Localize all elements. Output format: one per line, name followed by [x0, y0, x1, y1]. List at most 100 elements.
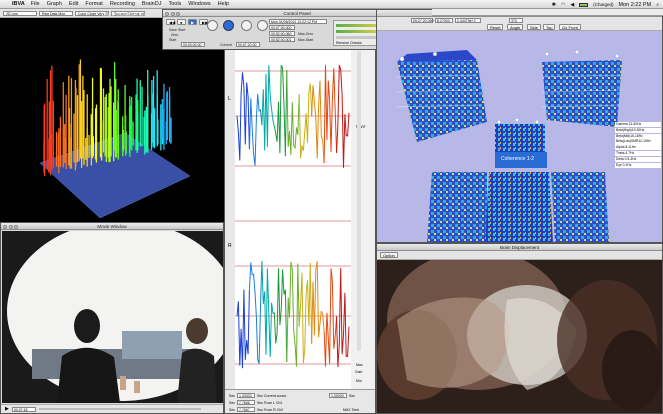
menu-clock[interactable]: Mon 2:22 PM: [618, 2, 651, 8]
current-field[interactable]: 00:07:20.00: [236, 42, 260, 47]
bluetooth-icon[interactable]: ✱: [552, 2, 556, 8]
eeg-trace-segment: [286, 261, 300, 367]
field-3[interactable]: 00:52:00.001: [269, 37, 295, 42]
battery-icon[interactable]: [579, 2, 589, 7]
band-legend: Gamma 31-50Hz Beta(High)19-30Hz Beta(Mid…: [615, 122, 661, 168]
bottom-left-panel: [427, 172, 487, 242]
row1-value[interactable]: 7.7666: [237, 400, 256, 405]
legend-beta-low: Beta(Low)SMR12-15Hz: [615, 139, 661, 145]
movie-scrubber[interactable]: [38, 408, 201, 410]
eeg-trace-segment: [298, 262, 313, 364]
menu-tools[interactable]: Tools: [168, 1, 181, 7]
eeg-trace-segment: [261, 261, 275, 357]
quartz-window-title: Quartz Composer Graph Window: [101, 12, 169, 17]
knob-1[interactable]: [207, 20, 218, 31]
bottom-right-panel: [551, 172, 609, 242]
volume-icon[interactable]: ◀: [570, 2, 574, 8]
zoom-button[interactable]: [14, 224, 18, 229]
row1-desc: Sec From L Ch1: [257, 400, 283, 405]
start-field[interactable]: 00:00:00.00: [181, 42, 205, 47]
row0-value[interactable]: 1.33333: [237, 393, 256, 398]
eeg-trace-segment: [273, 64, 288, 157]
eeg-bottom-panel: Sec 1.33333 Sec Current cursor Sec 7.766…: [225, 389, 375, 413]
menu-app-name[interactable]: IBVA: [12, 1, 25, 7]
row2-desc: Sec From R Ch2: [257, 407, 284, 412]
channel-R-label: R: [228, 243, 232, 249]
waterfall-num-field[interactable]: 370: [509, 18, 523, 23]
save-start-label: Save Start: [169, 28, 186, 32]
menu-help[interactable]: Help: [218, 1, 229, 7]
waterfall-outer-titlebar: [432, 9, 663, 16]
record-button[interactable]: ●: [177, 19, 186, 25]
side-button[interactable]: Side: [527, 24, 542, 30]
minimize-button[interactable]: [8, 224, 13, 229]
angle-button[interactable]: Angle: [507, 24, 524, 30]
eeg-trace-segment: [298, 83, 313, 159]
max-zero-label: Max-Zero: [298, 32, 313, 36]
legend-gamma: Gamma 31-50Hz: [615, 122, 661, 128]
min-label: Min: [356, 379, 362, 383]
go-front-button[interactable]: Go Front: [559, 24, 581, 30]
legend-delta: Delta 0.5-3Hz: [615, 156, 661, 162]
top-button[interactable]: Top: [543, 24, 556, 30]
battery-status: (Charged): [593, 2, 614, 7]
movie-window-title: Movie Window: [97, 224, 127, 229]
row1-label: Sec: [229, 400, 236, 405]
start-label: Start: [169, 38, 177, 42]
eeg-trace-segment: [248, 261, 263, 364]
wifi-icon[interactable]: ◠: [561, 2, 565, 8]
menu-windows[interactable]: Windows: [188, 1, 210, 7]
play-button[interactable]: ▶: [188, 19, 197, 25]
legend-beta-high: Beta(High)19-30Hz: [615, 127, 661, 133]
zoom-button[interactable]: [176, 11, 180, 16]
row2-value[interactable]: 7.7667: [237, 407, 256, 412]
eeg-graph: [225, 46, 375, 413]
brain-window-titlebar[interactable]: Brain Displacement: [377, 244, 662, 251]
waterfall-window: WaterfallWS Window 00:27:20.090 8.27000 …: [376, 9, 663, 243]
eeg-trace-segment: [236, 289, 250, 369]
minimize-button[interactable]: [170, 11, 175, 16]
max-label: Max: [356, 363, 363, 367]
field-2[interactable]: 00:52:00.060: [269, 31, 295, 36]
option-button[interactable]: Option: [380, 252, 398, 258]
time-window-value[interactable]: 1.00000: [329, 393, 347, 398]
waterfall-field-2[interactable]: 8.27000: [435, 18, 453, 23]
field-1[interactable]: 00:07:00.000: [269, 25, 295, 30]
row0-label: Sec: [229, 393, 236, 398]
reset-button[interactable]: Reset: [487, 24, 504, 30]
movie-play-button[interactable]: ▶: [5, 406, 9, 412]
right-surface: [542, 60, 622, 127]
movie-window-titlebar[interactable]: Movie Window: [1, 223, 223, 230]
knob-2[interactable]: [223, 20, 234, 31]
waterfall-field-1[interactable]: 00:27:20.090: [411, 18, 433, 23]
remove-checks-button[interactable]: Remove Checks: [336, 41, 362, 45]
legend-theta: Theta 4-7Hz: [615, 150, 661, 157]
movie-time-field[interactable]: 00:07:18: [11, 406, 36, 412]
knob-3[interactable]: [241, 20, 252, 31]
menu-graph[interactable]: Graph: [47, 1, 62, 7]
date-time-field[interactable]: Mon 01/05/2012 12:22:12 PM: [269, 19, 327, 24]
menu-bar: IBVA File Graph Edit Format Recording Br…: [0, 0, 663, 9]
menu-file[interactable]: File: [31, 1, 40, 7]
eeg-trace-segment: [273, 268, 288, 363]
knob-4[interactable]: [257, 20, 268, 31]
graph-type-select[interactable]: 2D Line: [3, 10, 37, 16]
spotlight-icon[interactable]: ⌕: [656, 2, 659, 8]
close-button[interactable]: [3, 224, 7, 229]
menu-edit[interactable]: Edit: [69, 1, 78, 7]
rewind-button[interactable]: ◀◀: [166, 19, 175, 25]
row2-label: Sec: [229, 407, 236, 412]
eeg-scrollbar[interactable]: [357, 51, 361, 351]
menu-recording[interactable]: Recording: [110, 1, 135, 7]
eeg-trace-segment: [311, 261, 325, 344]
menu-braindj[interactable]: BrainDJ: [142, 1, 162, 7]
max-time-label: MAX Time: [343, 408, 360, 412]
menu-format[interactable]: Format: [85, 1, 102, 7]
movie-window: Movie Window ▶ 00:07:18: [0, 222, 224, 414]
brain-window: Brain Displacement Option: [376, 243, 663, 414]
menu-extras: ✱ ◠ ◀ (Charged) Mon 2:22 PM ⌕: [552, 0, 659, 9]
waterfall-field-3[interactable]: 2.44479e+2: [455, 18, 481, 23]
close-button[interactable]: [165, 11, 169, 16]
left-surface: [397, 60, 487, 142]
legend-eye: Eye 0-1Hz: [615, 162, 661, 168]
